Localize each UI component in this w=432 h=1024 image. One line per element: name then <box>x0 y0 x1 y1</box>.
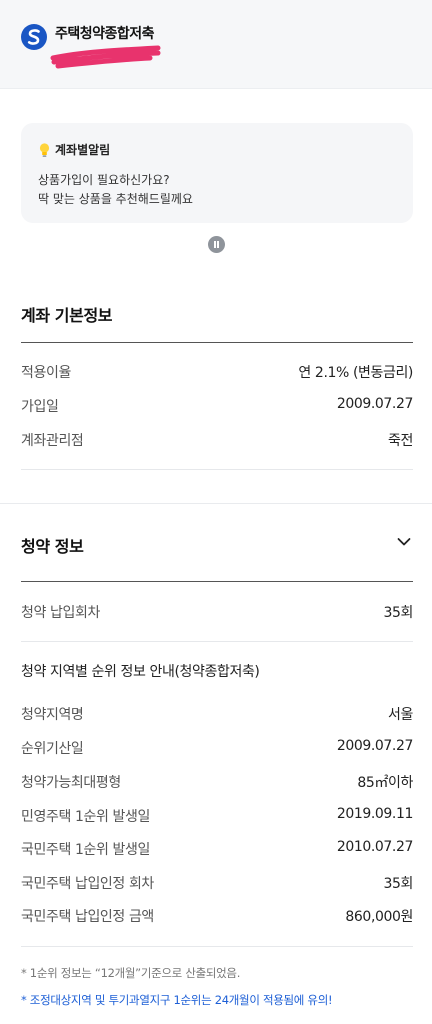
row-value: 35회 <box>383 876 414 892</box>
row-label: 청약가능최대평형 <box>21 775 121 791</box>
shinhan-logo-icon <box>21 24 47 50</box>
row-divider <box>21 946 413 947</box>
row-value: 죽전 <box>388 433 413 449</box>
row-divider <box>21 641 413 642</box>
info-row-public-recognized-amount: 국민주택 납입인정 금액 860,000원 <box>21 906 413 928</box>
row-value: 2010.07.27 <box>336 839 414 855</box>
info-row-join-date: 가입일 2009.07.27 <box>21 396 413 418</box>
info-row-interest: 적용이율 연 2.1% (변동금리) <box>21 362 413 384</box>
row-label: 적용이율 <box>21 365 71 381</box>
info-row-payment-count: 청약 납입회차 35회 <box>21 602 413 624</box>
row-label: 가입일 <box>21 399 59 415</box>
row-label: 국민주택 1순위 발생일 <box>21 842 150 858</box>
row-label: 국민주택 납입인정 회차 <box>21 876 154 892</box>
section-separator <box>0 503 432 504</box>
row-label: 청약 납입회차 <box>21 605 100 621</box>
account-alert-card[interactable]: 계좌별알림 상품가입이 필요하신가요? 딱 맞는 상품을 추천해드릴께요 <box>21 123 413 223</box>
row-value: 2009.07.27 <box>336 738 414 754</box>
ranking-info-subtitle: 청약 지역별 순위 정보 안내(청약종합저축) <box>21 664 260 680</box>
account-header: 주택청약종합저축 <box>0 0 432 89</box>
section-divider <box>21 342 413 343</box>
info-row-rank-start: 순위기산일 2009.07.27 <box>21 738 413 760</box>
row-label: 순위기산일 <box>21 741 84 757</box>
alert-heading: 계좌별알림 <box>38 141 110 158</box>
alert-title: 계좌별알림 <box>55 143 111 157</box>
pause-icon[interactable] <box>208 236 225 253</box>
alert-message-line2: 딱 맞는 상품을 추천해드릴께요 <box>38 192 193 206</box>
row-label: 민영주택 1순위 발생일 <box>21 809 150 825</box>
info-row-public-first-rank: 국민주택 1순위 발생일 2010.07.27 <box>21 839 413 861</box>
row-label: 청약지역명 <box>21 707 84 723</box>
row-value: 860,000원 <box>345 909 413 925</box>
row-value: 2009.07.27 <box>336 396 414 412</box>
lightbulb-icon <box>39 142 50 157</box>
row-value: 35회 <box>383 605 414 621</box>
row-value: 연 2.1% (변동금리) <box>298 365 413 381</box>
info-row-max-size: 청약가능최대평형 85㎡이하 <box>21 772 413 794</box>
info-row-region: 청약지역명 서울 <box>21 704 413 726</box>
subscription-info-title[interactable]: 청약 정보 <box>21 533 84 557</box>
redaction-scribble <box>50 45 161 69</box>
row-label: 국민주택 납입인정 금액 <box>21 909 154 925</box>
alert-message-line1: 상품가입이 필요하신가요? <box>38 173 170 187</box>
chevron-down-icon[interactable] <box>397 537 411 547</box>
row-divider <box>21 469 413 470</box>
info-row-private-first-rank: 민영주택 1순위 발생일 2019.09.11 <box>21 806 413 828</box>
ranking-basis-note: * 1순위 정보는 “12개월”기준으로 산출되었음. <box>21 966 241 980</box>
row-value: 2019.09.11 <box>336 806 414 822</box>
section-divider <box>21 581 413 582</box>
info-row-public-recognized-count: 국민주택 납입인정 회차 35회 <box>21 873 413 895</box>
basic-info-title: 계좌 기본정보 <box>21 306 113 325</box>
info-row-branch: 계좌관리점 죽전 <box>21 430 413 452</box>
regulated-area-note: * 조정대상지역 및 투기과열지구 1순위는 24개월이 적용됨에 유의! <box>21 993 333 1007</box>
row-value: 서울 <box>388 707 413 723</box>
row-label: 계좌관리점 <box>21 433 84 449</box>
row-value: 85㎡이하 <box>357 775 413 791</box>
